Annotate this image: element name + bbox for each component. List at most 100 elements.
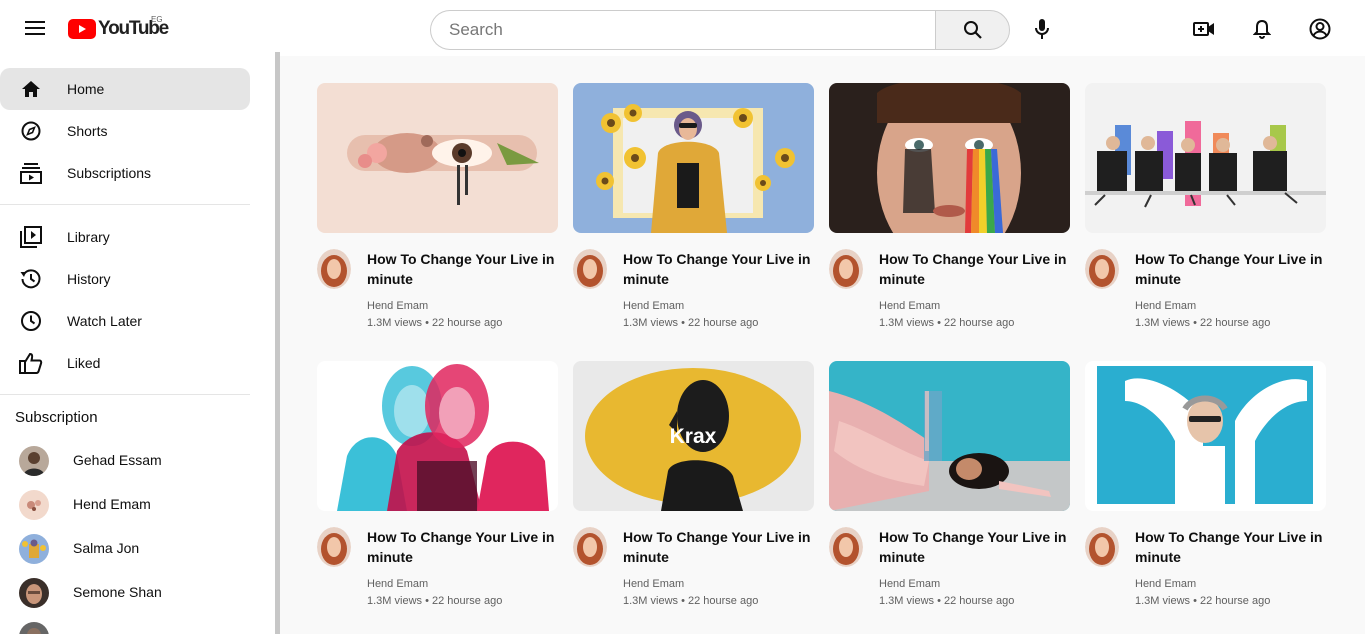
top-header: YouTube EG: [0, 0, 1365, 56]
search-button[interactable]: [935, 10, 1010, 50]
history-icon: [19, 267, 43, 291]
subscription-name: Semone Shan: [73, 584, 162, 600]
video-title[interactable]: How To Change Your Live in minute: [623, 527, 813, 567]
avatar: [19, 534, 49, 564]
video-card[interactable]: Krax How To Change Your Live in minute H…: [573, 361, 815, 621]
video-title[interactable]: How To Change Your Live in minute: [1135, 249, 1325, 289]
watch-later-icon: [19, 309, 43, 333]
channel-avatar[interactable]: [1085, 249, 1119, 289]
sidebar-item-library[interactable]: Library: [0, 216, 250, 258]
subscription-section-title: Subscription: [15, 409, 98, 426]
avatar: [19, 446, 49, 476]
library-icon: [19, 225, 43, 249]
mic-icon: [1035, 19, 1049, 39]
video-card[interactable]: How To Change Your Live in minute Hend E…: [317, 83, 559, 343]
sidebar-item-shorts[interactable]: Shorts: [0, 110, 250, 152]
sidebar-item-subscriptions[interactable]: Subscriptions: [0, 152, 250, 194]
video-title[interactable]: How To Change Your Live in minute: [367, 249, 557, 289]
video-meta: 1.3M views • 22 hourse ago: [623, 317, 759, 329]
video-channel[interactable]: Hend Emam: [367, 300, 428, 312]
video-meta: 1.3M views • 22 hourse ago: [367, 595, 503, 607]
sidebar-item-label: Shorts: [67, 123, 108, 139]
country-code: EG: [151, 15, 163, 24]
video-thumbnail[interactable]: [1085, 361, 1326, 511]
youtube-logo[interactable]: YouTube EG: [68, 15, 169, 40]
subscription-item[interactable]: Gehad Essam: [0, 441, 250, 481]
search-box[interactable]: [430, 10, 936, 50]
video-channel[interactable]: Hend Emam: [367, 578, 428, 590]
sidebar-divider: [0, 204, 250, 205]
youtube-play-icon: [68, 19, 96, 39]
subscription-item[interactable]: Salma Jon: [0, 529, 250, 569]
video-thumbnail[interactable]: Krax: [573, 361, 814, 511]
video-thumbnail[interactable]: [829, 361, 1070, 511]
subscription-name: Hend Emam: [73, 496, 151, 512]
video-title[interactable]: How To Change Your Live in minute: [367, 527, 557, 567]
sidebar-item-label: Subscriptions: [67, 165, 152, 181]
video-meta: 1.3M views • 22 hourse ago: [367, 317, 503, 329]
mic-button[interactable]: [1026, 13, 1058, 45]
like-icon: [19, 351, 43, 375]
channel-avatar[interactable]: [317, 249, 351, 289]
video-meta: 1.3M views • 22 hourse ago: [879, 317, 1015, 329]
subscriptions-icon: [19, 161, 43, 185]
channel-avatar[interactable]: [1085, 527, 1119, 567]
video-card[interactable]: How To Change Your Live in minute Hend E…: [1085, 83, 1327, 343]
video-title[interactable]: How To Change Your Live in minute: [623, 249, 813, 289]
video-meta: 1.3M views • 22 hourse ago: [623, 595, 759, 607]
video-title[interactable]: How To Change Your Live in minute: [879, 249, 1069, 289]
video-channel[interactable]: Hend Emam: [1135, 578, 1196, 590]
video-meta: 1.3M views • 22 hourse ago: [1135, 595, 1271, 607]
shorts-icon: [19, 119, 43, 143]
channel-avatar[interactable]: [829, 527, 863, 567]
subscription-item[interactable]: Hend Emam: [0, 485, 250, 525]
video-meta: 1.3M views • 22 hourse ago: [1135, 317, 1271, 329]
sidebar-item-home[interactable]: Home: [0, 68, 250, 110]
video-card[interactable]: How To Change Your Live in minute Hend E…: [573, 83, 815, 343]
video-card[interactable]: How To Change Your Live in minute Hend E…: [829, 361, 1071, 621]
channel-avatar[interactable]: [829, 249, 863, 289]
subscription-name: Gehad Essam: [73, 452, 162, 468]
menu-icon[interactable]: [20, 16, 50, 40]
avatar: [19, 490, 49, 520]
video-thumbnail[interactable]: [317, 83, 558, 233]
bell-icon[interactable]: [1248, 15, 1276, 43]
channel-avatar[interactable]: [573, 249, 607, 289]
video-card[interactable]: How To Change Your Live in minute Hend E…: [1085, 361, 1327, 621]
subscription-name: Salma Jon: [73, 540, 140, 556]
sidebar-item-label: Library: [67, 229, 110, 245]
video-channel[interactable]: Hend Emam: [1135, 300, 1196, 312]
search-input[interactable]: [447, 19, 936, 41]
video-thumbnail[interactable]: [573, 83, 814, 233]
sidebar-item-history[interactable]: History: [0, 258, 250, 300]
video-channel[interactable]: Hend Emam: [623, 300, 684, 312]
video-channel[interactable]: Hend Emam: [879, 300, 940, 312]
video-channel[interactable]: Hend Emam: [879, 578, 940, 590]
sidebar-item-liked[interactable]: Liked: [0, 342, 250, 384]
sidebar-item-watch-later[interactable]: Watch Later: [0, 300, 250, 342]
video-thumbnail[interactable]: [1085, 83, 1326, 233]
sidebar: Home Shorts Subscriptions Library Histor…: [0, 56, 275, 634]
create-video-icon[interactable]: [1190, 15, 1218, 43]
thumbnail-text: Krax: [670, 425, 717, 448]
sidebar-scrollbar[interactable]: [275, 52, 280, 634]
video-title[interactable]: How To Change Your Live in minute: [879, 527, 1069, 567]
account-icon[interactable]: [1306, 15, 1334, 43]
sidebar-item-label: Home: [67, 81, 105, 97]
video-thumbnail[interactable]: [317, 361, 558, 511]
avatar: [19, 578, 49, 608]
channel-avatar[interactable]: [573, 527, 607, 567]
avatar: [19, 622, 49, 634]
sidebar-item-label: History: [67, 271, 111, 287]
video-meta: 1.3M views • 22 hourse ago: [879, 595, 1015, 607]
video-card[interactable]: How To Change Your Live in minute Hend E…: [317, 361, 559, 621]
sidebar-item-label: Watch Later: [67, 313, 142, 329]
channel-avatar[interactable]: [317, 527, 351, 567]
video-thumbnail[interactable]: [829, 83, 1070, 233]
video-card[interactable]: How To Change Your Live in minute Hend E…: [829, 83, 1071, 343]
sidebar-divider: [0, 394, 250, 395]
video-title[interactable]: How To Change Your Live in minute: [1135, 527, 1325, 567]
subscription-item[interactable]: Semone Shan: [0, 573, 250, 613]
subscription-item[interactable]: [0, 617, 250, 634]
video-channel[interactable]: Hend Emam: [623, 578, 684, 590]
